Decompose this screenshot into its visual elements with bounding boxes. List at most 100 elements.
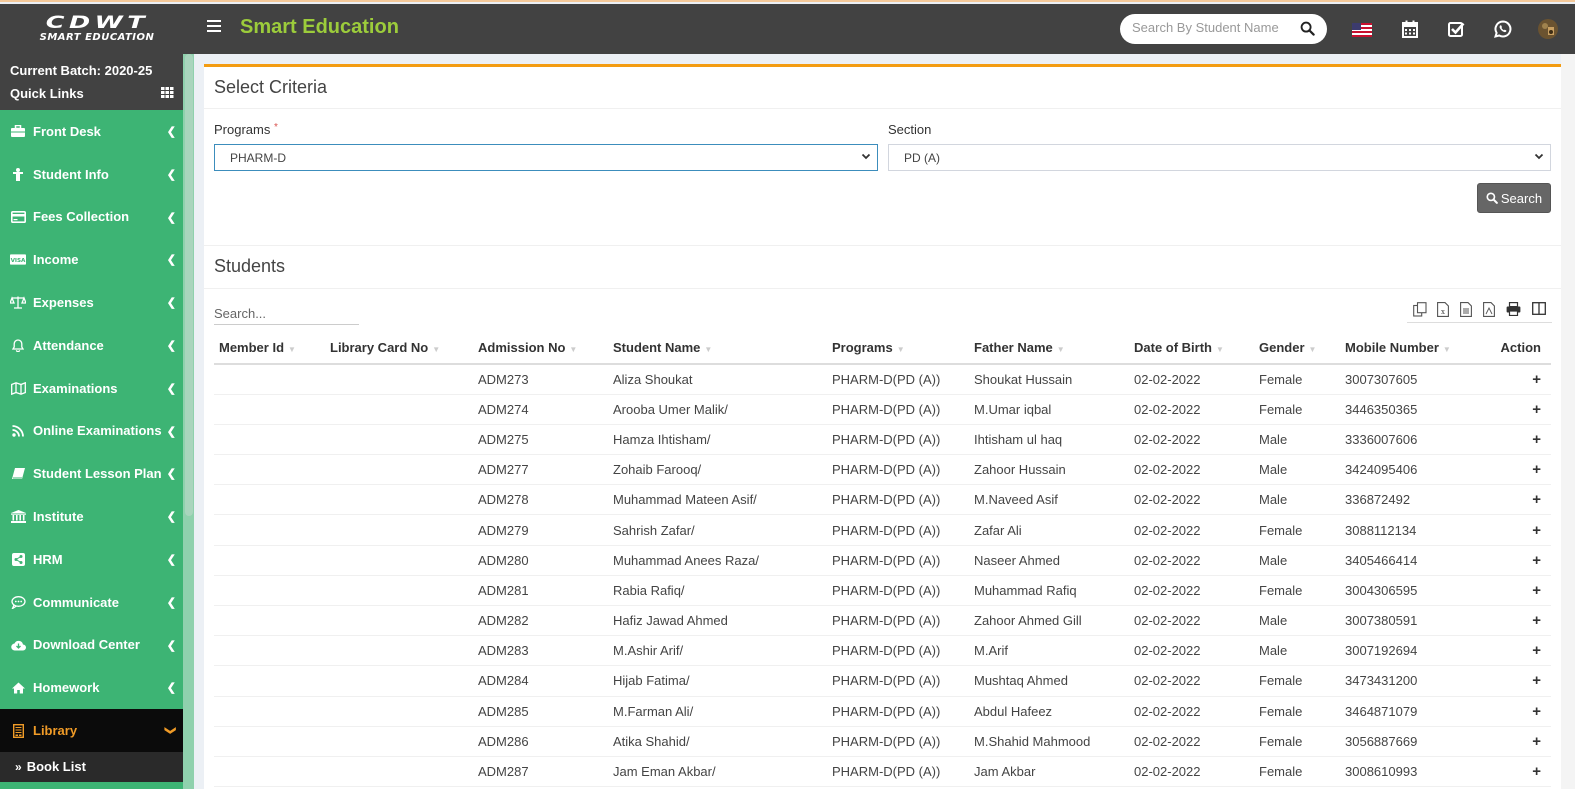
student-search-input[interactable] [1132, 20, 1292, 35]
sidebar-item-homework[interactable]: Homework ❮ [0, 666, 194, 709]
cell-date-of-birth: 02-02-2022 [1129, 394, 1254, 425]
add-action-button[interactable]: + [1480, 635, 1551, 667]
sidebar-item-institute[interactable]: Institute ❮ [0, 495, 194, 538]
add-action-button[interactable]: + [1480, 424, 1551, 456]
add-action-button[interactable]: + [1480, 756, 1551, 788]
cell-program: PHARM-D(PD (A)) [827, 424, 969, 456]
cell-father-name: Shoukat Hussain [969, 364, 1129, 395]
cell-gender: Female [1254, 726, 1340, 757]
chevron-down-icon: ❮ [163, 726, 176, 736]
us-flag-icon[interactable] [1352, 23, 1372, 42]
cell-member-id [214, 575, 325, 607]
search-icon[interactable] [1300, 21, 1315, 41]
sidebar-scrollbar-thumb[interactable] [185, 54, 193, 516]
sidebar-item-hrm[interactable]: HRM ❮ [0, 538, 194, 581]
sidebar-item-income[interactable]: VISA Income ❮ [0, 238, 194, 281]
column-header-gender[interactable]: Gender ▼ [1254, 332, 1340, 365]
add-action-button[interactable]: + [1480, 665, 1551, 697]
cell-admission-no: ADM275 [473, 424, 608, 456]
cell-mobile-number: 336872492 [1340, 484, 1480, 516]
sidebar-subitem-book-list[interactable]: » Book List [0, 751, 194, 782]
cell-gender: Female [1254, 364, 1340, 395]
pdf-icon[interactable] [1483, 302, 1495, 322]
add-action-button[interactable]: + [1480, 726, 1551, 757]
add-action-button[interactable]: + [1480, 394, 1551, 425]
excel-icon[interactable]: x [1437, 302, 1449, 322]
column-header-library-card-no[interactable]: Library Card No ▼ [325, 332, 473, 365]
double-chevron-right-icon: » [15, 759, 22, 774]
cell-gender: Male [1254, 424, 1340, 456]
briefcase-icon [10, 124, 26, 138]
sidebar-item-library[interactable]: Library ❮ [0, 709, 194, 752]
cell-admission-no: ADM287 [473, 756, 608, 788]
sidebar-item-fees-collection[interactable]: Fees Collection ❮ [0, 196, 194, 239]
cell-gender: Female [1254, 394, 1340, 425]
task-checkbox-icon[interactable] [1448, 21, 1465, 42]
cell-member-id [214, 665, 325, 697]
cell-library-card-no [325, 454, 473, 486]
cell-father-name: Zahoor Ahmed Gill [969, 605, 1129, 637]
programs-select[interactable]: PHARM-D [214, 144, 878, 171]
sidebar-item-attendance[interactable]: Attendance ❮ [0, 324, 194, 367]
add-action-button[interactable]: + [1480, 364, 1551, 395]
cell-member-id [214, 635, 325, 667]
chevron-left-icon: ❮ [166, 339, 176, 352]
column-header-member-id[interactable]: Member Id ▼ [214, 332, 325, 365]
sidebar-item-front-desk[interactable]: Front Desk ❮ [0, 110, 194, 153]
column-header-admission-no[interactable]: Admission No ▼ [473, 332, 608, 365]
add-action-button[interactable]: + [1480, 514, 1551, 546]
sort-icon: ▼ [896, 345, 905, 354]
cell-mobile-number: 3007307605 [1340, 364, 1480, 395]
search-button[interactable]: Search [1477, 183, 1551, 213]
add-action-button[interactable]: + [1480, 605, 1551, 637]
sidebar-item-student-lesson-plan[interactable]: Student Lesson Plan ❮ [0, 452, 194, 495]
column-header-programs[interactable]: Programs ▼ [827, 332, 969, 365]
column-header-mobile-number[interactable]: Mobile Number ▼ [1340, 332, 1480, 365]
csv-icon[interactable] [1460, 302, 1472, 322]
section-select[interactable]: PD (A) [888, 144, 1551, 171]
calendar-icon[interactable] [1402, 20, 1418, 43]
copy-icon[interactable] [1413, 302, 1427, 322]
cell-library-card-no [325, 364, 473, 395]
print-icon[interactable] [1506, 302, 1521, 321]
menu-toggle-icon[interactable] [207, 20, 221, 34]
sidebar-item-online-examinations[interactable]: Online Examinations ❮ [0, 410, 194, 453]
cell-father-name: Ihtisham ul haq [969, 424, 1129, 456]
library-book-icon [10, 723, 26, 738]
sidebar-item-expenses[interactable]: Expenses ❮ [0, 281, 194, 324]
quick-links[interactable]: Quick Links [10, 85, 184, 108]
current-batch: Current Batch: 2020-25 [10, 63, 153, 78]
column-header-student-name[interactable]: Student Name ▼ [608, 332, 827, 365]
cell-mobile-number: 3004306595 [1340, 575, 1480, 607]
columns-icon[interactable] [1532, 302, 1546, 320]
cell-admission-no: ADM273 [473, 364, 608, 395]
logo[interactable]: CDWT SMART EDUCATION [0, 4, 194, 54]
cell-date-of-birth: 02-02-2022 [1129, 424, 1254, 456]
grid-icon[interactable] [161, 86, 174, 101]
page-scrollbar-track[interactable] [1561, 54, 1575, 789]
add-action-button[interactable]: + [1480, 454, 1551, 486]
export-toolbar: x [1407, 299, 1552, 323]
chevron-left-icon: ❮ [166, 553, 176, 566]
sidebar-item-label: Examinations [33, 380, 118, 396]
add-action-button[interactable]: + [1480, 575, 1551, 607]
sidebar-item-student-info[interactable]: Student Info ❮ [0, 153, 194, 196]
cell-library-card-no [325, 484, 473, 516]
rss-icon [10, 424, 26, 438]
table-search-input[interactable] [214, 303, 359, 325]
sidebar-item-communicate[interactable]: Communicate ❮ [0, 581, 194, 624]
column-header-father-name[interactable]: Father Name ▼ [969, 332, 1129, 365]
whatsapp-icon[interactable] [1494, 20, 1512, 43]
cell-member-id [214, 364, 325, 395]
sidebar-item-examinations[interactable]: Examinations ❮ [0, 367, 194, 410]
column-header-date-of-birth[interactable]: Date of Birth ▼ [1129, 332, 1254, 365]
cell-mobile-number: 3424095406 [1340, 454, 1480, 486]
sidebar-item-download-center[interactable]: Download Center ❮ [0, 624, 194, 667]
add-action-button[interactable]: + [1480, 696, 1551, 727]
add-action-button[interactable]: + [1480, 545, 1551, 576]
add-action-button[interactable]: + [1480, 484, 1551, 516]
sort-icon: ▼ [432, 345, 441, 354]
sidebar-item-label: Front Desk [33, 123, 101, 139]
cell-admission-no: ADM278 [473, 484, 608, 516]
user-avatar[interactable] [1538, 19, 1558, 44]
